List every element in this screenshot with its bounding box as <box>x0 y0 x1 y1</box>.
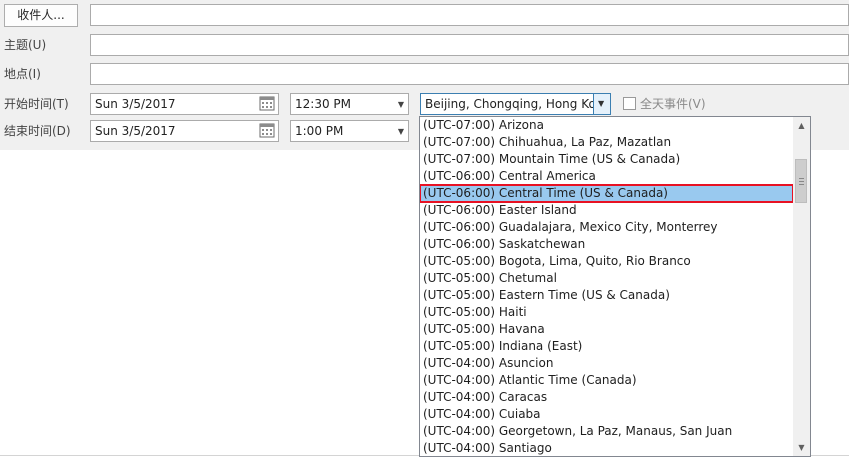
end-date-value: Sun 3/5/2017 <box>95 124 176 138</box>
scroll-down-icon[interactable]: ▼ <box>793 439 810 456</box>
chevron-down-icon: ▼ <box>397 127 404 136</box>
timezone-option[interactable]: (UTC-06:00) Guadalajara, Mexico City, Mo… <box>420 219 793 236</box>
start-time-label: 开始时间(T) <box>4 97 69 111</box>
scroll-up-icon[interactable]: ▲ <box>793 117 810 134</box>
subject-label: 主题(U) <box>4 38 47 52</box>
timezone-dropdown-list[interactable]: (UTC-07:00) Arizona (UTC-07:00) Chihuahu… <box>419 116 811 457</box>
timezone-select[interactable]: Beijing, Chongqing, Hong Kong ▼ <box>420 93 611 115</box>
timezone-option[interactable]: (UTC-04:00) Caracas <box>420 389 793 406</box>
end-time-select[interactable]: 1:00 PM ▼ <box>290 120 409 142</box>
checkbox-icon[interactable] <box>623 97 636 110</box>
timezone-option-list: (UTC-07:00) Arizona (UTC-07:00) Chihuahu… <box>420 117 794 456</box>
timezone-option[interactable]: (UTC-04:00) Santiago <box>420 440 793 456</box>
chevron-down-icon: ▼ <box>397 100 404 109</box>
timezone-option[interactable]: (UTC-05:00) Eastern Time (US & Canada) <box>420 287 793 304</box>
timezone-option[interactable]: (UTC-07:00) Arizona <box>420 117 793 134</box>
end-date-picker[interactable]: Sun 3/5/2017 <box>90 120 279 142</box>
scrollbar-thumb[interactable] <box>795 159 807 203</box>
recipients-button[interactable]: 收件人... <box>4 4 78 27</box>
location-label: 地点(I) <box>4 67 41 81</box>
timezone-option[interactable]: (UTC-07:00) Chihuahua, La Paz, Mazatlan <box>420 134 793 151</box>
timezone-option-selected[interactable]: (UTC-06:00) Central Time (US & Canada) <box>420 184 794 203</box>
start-date-value: Sun 3/5/2017 <box>95 97 176 111</box>
end-time-value: 1:00 PM <box>295 124 344 138</box>
calendar-icon[interactable] <box>259 96 275 111</box>
dropdown-scrollbar[interactable]: ▲ ▼ <box>793 117 810 456</box>
timezone-option[interactable]: (UTC-05:00) Indiana (East) <box>420 338 793 355</box>
timezone-option[interactable]: (UTC-06:00) Easter Island <box>420 202 793 219</box>
timezone-option[interactable]: (UTC-04:00) Cuiaba <box>420 406 793 423</box>
timezone-option[interactable]: (UTC-05:00) Haiti <box>420 304 793 321</box>
timezone-option[interactable]: (UTC-05:00) Chetumal <box>420 270 793 287</box>
recipients-input[interactable] <box>90 4 849 26</box>
all-day-label: 全天事件(V) <box>640 97 706 111</box>
calendar-icon[interactable] <box>259 123 275 138</box>
start-date-picker[interactable]: Sun 3/5/2017 <box>90 93 279 115</box>
timezone-option[interactable]: (UTC-04:00) Asuncion <box>420 355 793 372</box>
all-day-checkbox[interactable]: 全天事件(V) <box>623 96 706 112</box>
timezone-dropdown-button[interactable]: ▼ <box>593 94 610 114</box>
timezone-option[interactable]: (UTC-05:00) Bogota, Lima, Quito, Rio Bra… <box>420 253 793 270</box>
start-time-value: 12:30 PM <box>295 97 351 111</box>
subject-input[interactable] <box>90 34 849 56</box>
chevron-down-icon: ▼ <box>598 99 605 108</box>
timezone-value: Beijing, Chongqing, Hong Kong <box>425 97 593 111</box>
timezone-option[interactable]: (UTC-04:00) Atlantic Time (Canada) <box>420 372 793 389</box>
end-time-label: 结束时间(D) <box>4 124 71 138</box>
timezone-option[interactable]: (UTC-06:00) Saskatchewan <box>420 236 793 253</box>
timezone-option[interactable]: (UTC-06:00) Central America <box>420 168 793 185</box>
location-input[interactable] <box>90 63 849 85</box>
timezone-option[interactable]: (UTC-05:00) Havana <box>420 321 793 338</box>
timezone-option[interactable]: (UTC-04:00) Georgetown, La Paz, Manaus, … <box>420 423 793 440</box>
timezone-option[interactable]: (UTC-07:00) Mountain Time (US & Canada) <box>420 151 793 168</box>
start-time-select[interactable]: 12:30 PM ▼ <box>290 93 409 115</box>
